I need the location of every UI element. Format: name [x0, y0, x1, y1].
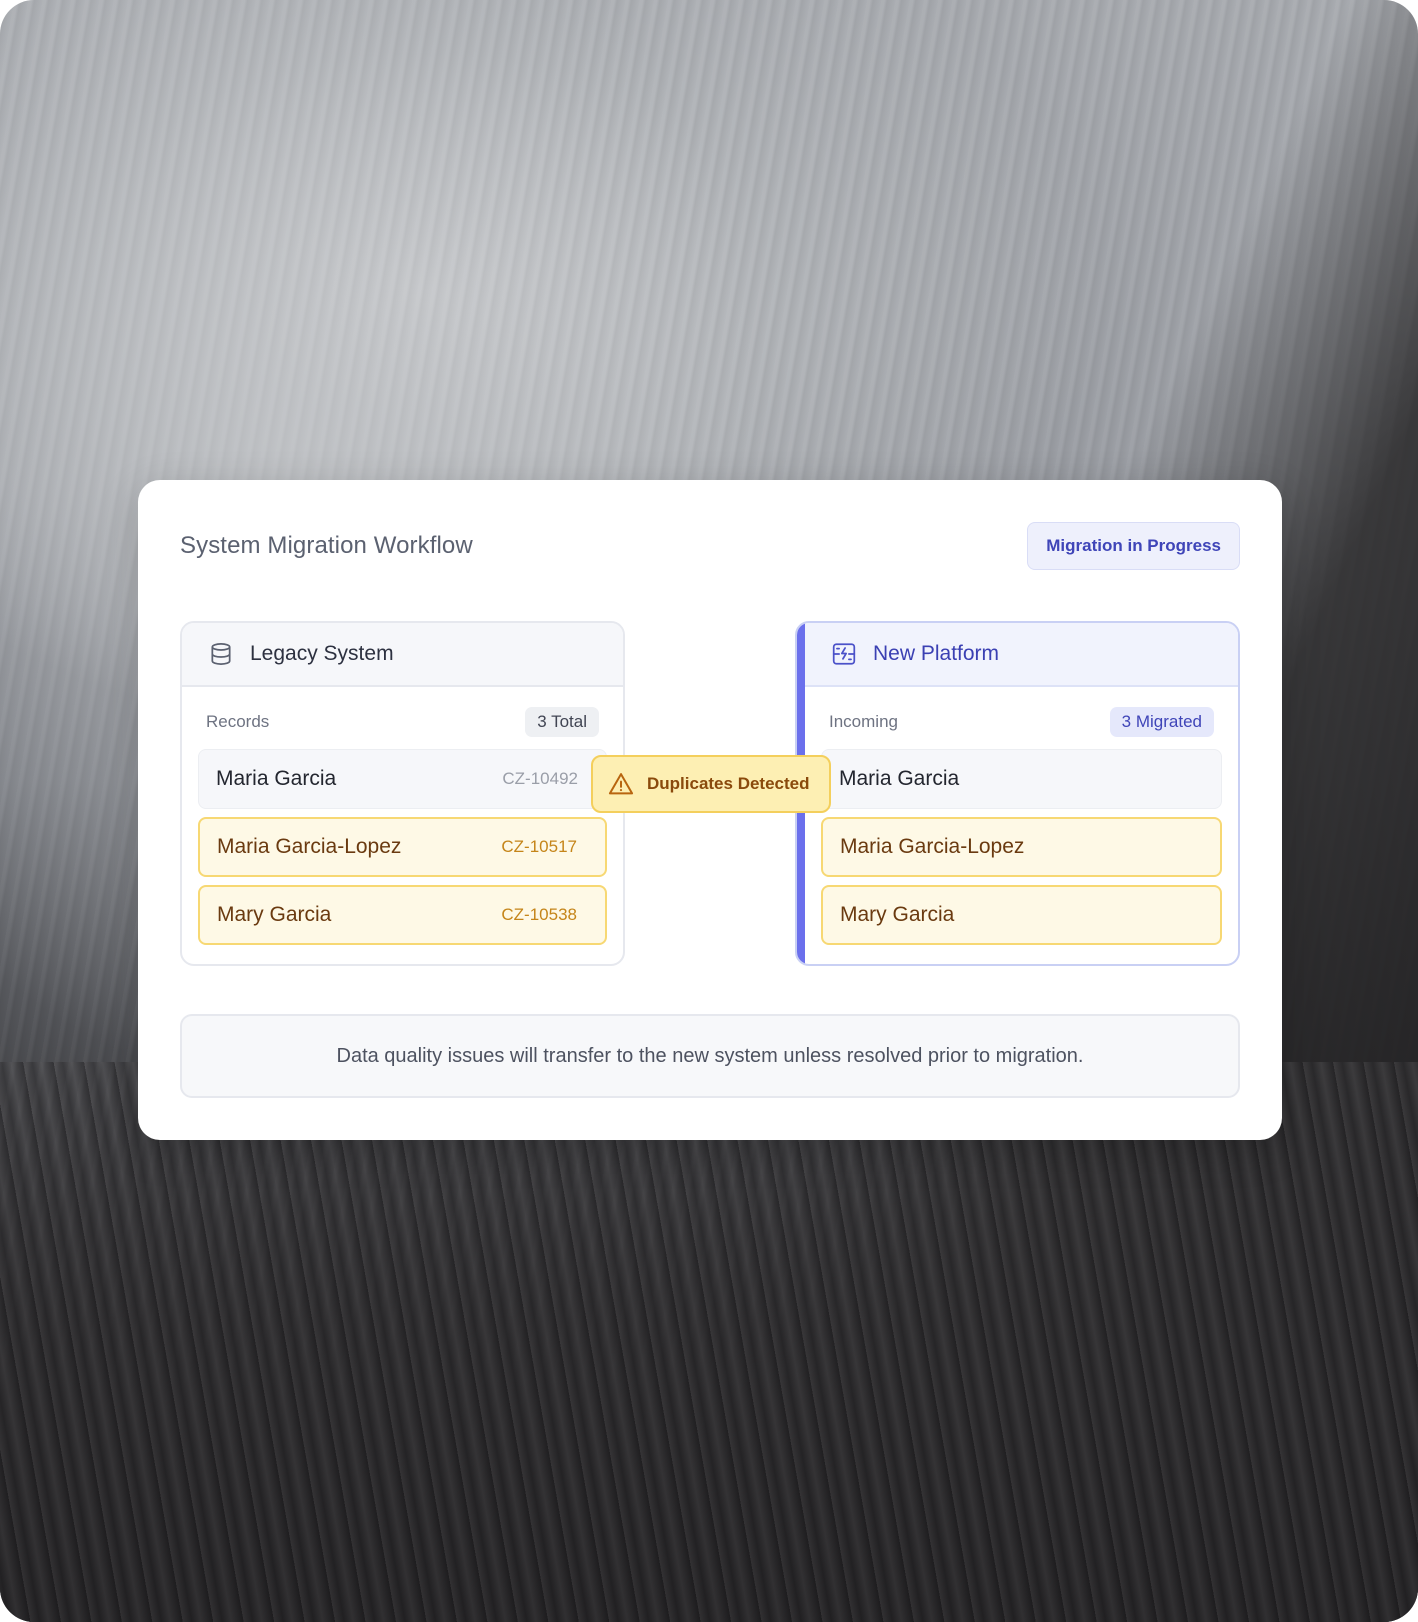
data-quality-note: Data quality issues will transfer to the…: [180, 1014, 1240, 1098]
record-code: CZ-10492: [502, 769, 578, 788]
platform-incoming-label: Incoming: [829, 712, 898, 731]
legacy-records-row: Records 3 Total: [206, 707, 601, 737]
duplicates-alert-label: Duplicates Detected: [647, 774, 810, 793]
record-name: Mary Garcia: [217, 903, 332, 926]
platform-record-row-duplicate[interactable]: Maria Garcia-Lopez: [821, 817, 1222, 877]
legacy-system-panel: Legacy System Records 3 Total Maria Garc…: [180, 621, 625, 966]
record-name: Maria Garcia: [839, 767, 960, 790]
platform-panel-header: New Platform: [797, 623, 1238, 687]
platform-panel-title: New Platform: [873, 642, 1000, 665]
migration-status-badge: Migration in Progress: [1027, 522, 1240, 570]
record-name: Maria Garcia: [216, 767, 337, 790]
legacy-count-badge: 3 Total: [525, 707, 599, 737]
legacy-record-row[interactable]: Maria Garcia CZ-10492: [198, 749, 607, 809]
record-code: CZ-10538: [501, 905, 577, 924]
warning-icon: [607, 770, 635, 798]
legacy-record-row-duplicate[interactable]: Mary Garcia CZ-10538: [198, 885, 607, 945]
record-name: Maria Garcia-Lopez: [840, 835, 1025, 858]
legacy-record-row-duplicate[interactable]: Maria Garcia-Lopez CZ-10517: [198, 817, 607, 877]
platform-record-row-duplicate[interactable]: Mary Garcia: [821, 885, 1222, 945]
duplicates-detected-alert[interactable]: Duplicates Detected: [591, 755, 831, 813]
platform-record-row[interactable]: Maria Garcia: [821, 749, 1222, 809]
data-quality-note-text: Data quality issues will transfer to the…: [336, 1044, 1084, 1067]
legacy-panel-title: Legacy System: [250, 642, 394, 665]
platform-transfer-icon: [831, 641, 857, 667]
record-name: Mary Garcia: [840, 903, 955, 926]
record-name: Maria Garcia-Lopez: [217, 835, 402, 858]
legacy-records-label: Records: [206, 712, 270, 731]
legacy-panel-header: Legacy System: [182, 623, 623, 687]
platform-count-badge: 3 Migrated: [1109, 707, 1214, 737]
database-icon: [208, 641, 234, 667]
platform-incoming-row: Incoming 3 Migrated: [829, 707, 1216, 737]
record-code: CZ-10517: [501, 837, 577, 856]
migration-card: System Migration Workflow Migration in P…: [138, 480, 1282, 1140]
card-title: System Migration Workflow: [180, 532, 473, 559]
new-platform-panel: New Platform Incoming 3 Migrated Maria G…: [795, 621, 1240, 966]
background-cliff: [0, 1062, 1418, 1622]
